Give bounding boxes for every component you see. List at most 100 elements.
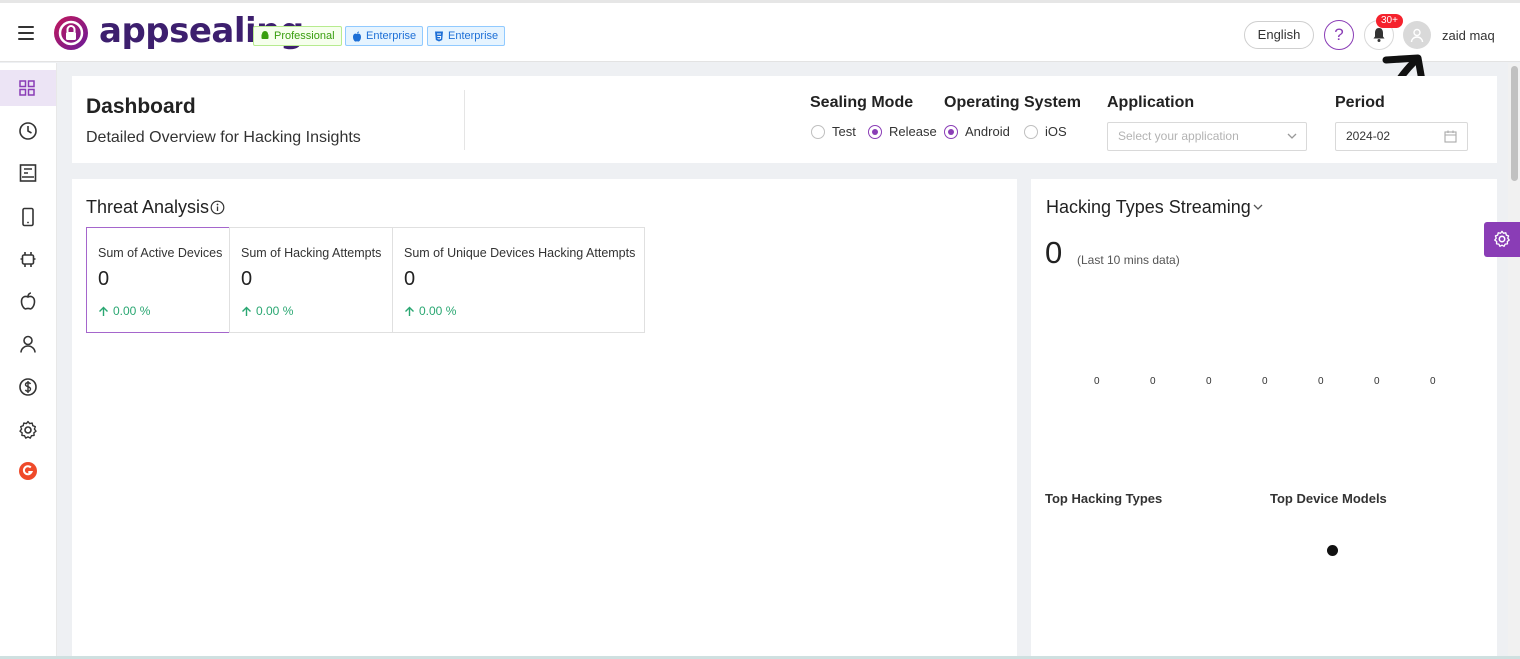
sidebar-item-devices[interactable] xyxy=(0,198,56,234)
top-header: appsealing Professional Enterprise Enter… xyxy=(0,0,1520,62)
sidebar-item-history[interactable] xyxy=(0,112,56,148)
arrow-up-icon xyxy=(242,306,251,316)
username-label[interactable]: zaid maq xyxy=(1442,28,1495,43)
settings-gear-icon xyxy=(19,420,37,439)
apple-icon xyxy=(20,292,36,310)
stat-change-value: 0.00 % xyxy=(256,304,294,318)
top-hacking-types-title: Top Hacking Types xyxy=(1045,491,1163,506)
stat-hacking-attempts[interactable]: Sum of Hacking Attempts 0 0.00 % xyxy=(229,227,393,333)
radio-dot xyxy=(811,124,825,139)
stat-change: 0.00 % xyxy=(404,304,456,318)
stat-value: 0 xyxy=(241,268,253,290)
radio-dot xyxy=(1024,124,1038,139)
dashboard-filter-card: Dashboard Detailed Overview for Hacking … xyxy=(72,76,1497,163)
sidebar-item-reports[interactable] xyxy=(0,154,56,190)
report-icon xyxy=(19,164,37,182)
stream-point-value: 0 xyxy=(1262,376,1268,387)
floating-settings-button[interactable] xyxy=(1484,222,1520,257)
android-icon xyxy=(261,31,269,39)
sidebar-item-g2-review[interactable] xyxy=(0,452,56,488)
sidebar-item-ios[interactable] xyxy=(0,282,56,318)
application-select[interactable]: Select your application xyxy=(1107,122,1307,151)
stat-value: 0 xyxy=(404,268,416,290)
notification-count-badge: 30+ xyxy=(1376,14,1403,28)
badge-label: Professional xyxy=(274,30,335,42)
stream-point-value: 0 xyxy=(1318,376,1324,387)
dashboard-grid-icon xyxy=(19,80,35,96)
help-button[interactable]: ? xyxy=(1324,20,1354,50)
radio-label: iOS xyxy=(1045,124,1067,139)
radio-dot-selected xyxy=(868,124,882,139)
header-divider xyxy=(464,90,465,150)
user-avatar[interactable] xyxy=(1403,21,1431,49)
user-avatar-icon xyxy=(1410,28,1424,43)
menu-hamburger-icon[interactable] xyxy=(18,26,34,40)
dollar-icon xyxy=(19,378,37,396)
sealing-mode-release-radio[interactable]: Release xyxy=(868,124,937,139)
streaming-count: 0 xyxy=(1045,235,1063,270)
chevron-down-icon xyxy=(1287,133,1297,139)
stat-label: Sum of Hacking Attempts xyxy=(241,246,382,260)
radio-label: Release xyxy=(889,124,937,139)
operating-system-label: Operating System xyxy=(944,94,1081,111)
web-enterprise-badge: Enterprise xyxy=(427,26,506,46)
stat-change-value: 0.00 % xyxy=(419,304,457,318)
sidebar-item-dashboard[interactable] xyxy=(0,70,56,106)
bell-icon xyxy=(1373,28,1385,42)
application-select-placeholder: Select your application xyxy=(1118,129,1239,143)
ios-enterprise-badge: Enterprise xyxy=(345,26,424,46)
stat-active-devices[interactable]: Sum of Active Devices 0 0.00 % xyxy=(86,227,230,333)
appsealing-logo-icon xyxy=(54,16,88,50)
os-ios-radio[interactable]: iOS xyxy=(1024,124,1067,139)
period-label: Period xyxy=(1335,94,1385,111)
professional-badge: Professional xyxy=(253,26,342,46)
mobile-icon xyxy=(22,207,34,227)
sidebar-item-settings[interactable] xyxy=(0,411,56,447)
sidebar-item-android[interactable] xyxy=(0,240,56,276)
stream-point-value: 0 xyxy=(1206,376,1212,387)
stat-change: 0.00 % xyxy=(241,304,293,318)
apple-icon xyxy=(353,31,361,42)
android-icon xyxy=(20,252,36,267)
radio-label: Android xyxy=(965,124,1010,139)
streaming-note: (Last 10 mins data) xyxy=(1077,253,1180,267)
radio-label: Test xyxy=(832,124,856,139)
sealing-mode-label: Sealing Mode xyxy=(810,94,914,111)
threat-analysis-title: Threat Analysis xyxy=(86,197,210,217)
settings-gear-icon xyxy=(1494,230,1510,247)
sealing-mode-test-radio[interactable]: Test xyxy=(811,124,856,139)
language-button[interactable]: English xyxy=(1244,21,1314,49)
top-device-models-title: Top Device Models xyxy=(1270,491,1387,506)
calendar-icon xyxy=(1444,130,1457,143)
radio-dot-selected xyxy=(944,124,958,139)
stream-point-value: 0 xyxy=(1094,376,1100,387)
stat-value: 0 xyxy=(98,268,110,290)
stat-label: Sum of Unique Devices Hacking Attempts xyxy=(404,246,636,260)
sidebar-item-users[interactable] xyxy=(0,325,56,361)
scrollbar-thumb[interactable] xyxy=(1511,66,1518,181)
stream-point-value: 0 xyxy=(1374,376,1380,387)
left-sidebar xyxy=(0,63,57,659)
user-icon xyxy=(20,335,36,353)
arrow-up-icon xyxy=(405,306,414,316)
info-icon[interactable] xyxy=(210,200,225,215)
chart-dot xyxy=(1327,545,1338,556)
streaming-title[interactable]: Hacking Types Streaming xyxy=(1046,197,1251,218)
stream-point-value: 0 xyxy=(1430,376,1436,387)
sidebar-item-billing[interactable] xyxy=(0,368,56,404)
stat-unique-devices-hacking-attempts[interactable]: Sum of Unique Devices Hacking Attempts 0… xyxy=(392,227,645,333)
arrow-up-icon xyxy=(99,306,108,316)
badge-label: Enterprise xyxy=(448,30,499,42)
os-android-radio[interactable]: Android xyxy=(944,124,1010,139)
stat-change-value: 0.00 % xyxy=(113,304,151,318)
stream-point-value: 0 xyxy=(1150,376,1156,387)
period-date-picker[interactable]: 2024-02 xyxy=(1335,122,1468,151)
threat-analysis-card: Threat Analysis Sum of Active Devices 0 … xyxy=(72,179,1017,659)
page-subtitle: Detailed Overview for Hacking Insights xyxy=(86,129,361,146)
hacking-types-streaming-card: Hacking Types Streaming 0 (Last 10 mins … xyxy=(1031,179,1497,659)
chevron-down-icon[interactable] xyxy=(1253,204,1263,211)
application-label: Application xyxy=(1107,94,1195,111)
clock-icon xyxy=(19,122,37,140)
period-value: 2024-02 xyxy=(1346,129,1391,143)
badge-label: Enterprise xyxy=(366,30,417,42)
